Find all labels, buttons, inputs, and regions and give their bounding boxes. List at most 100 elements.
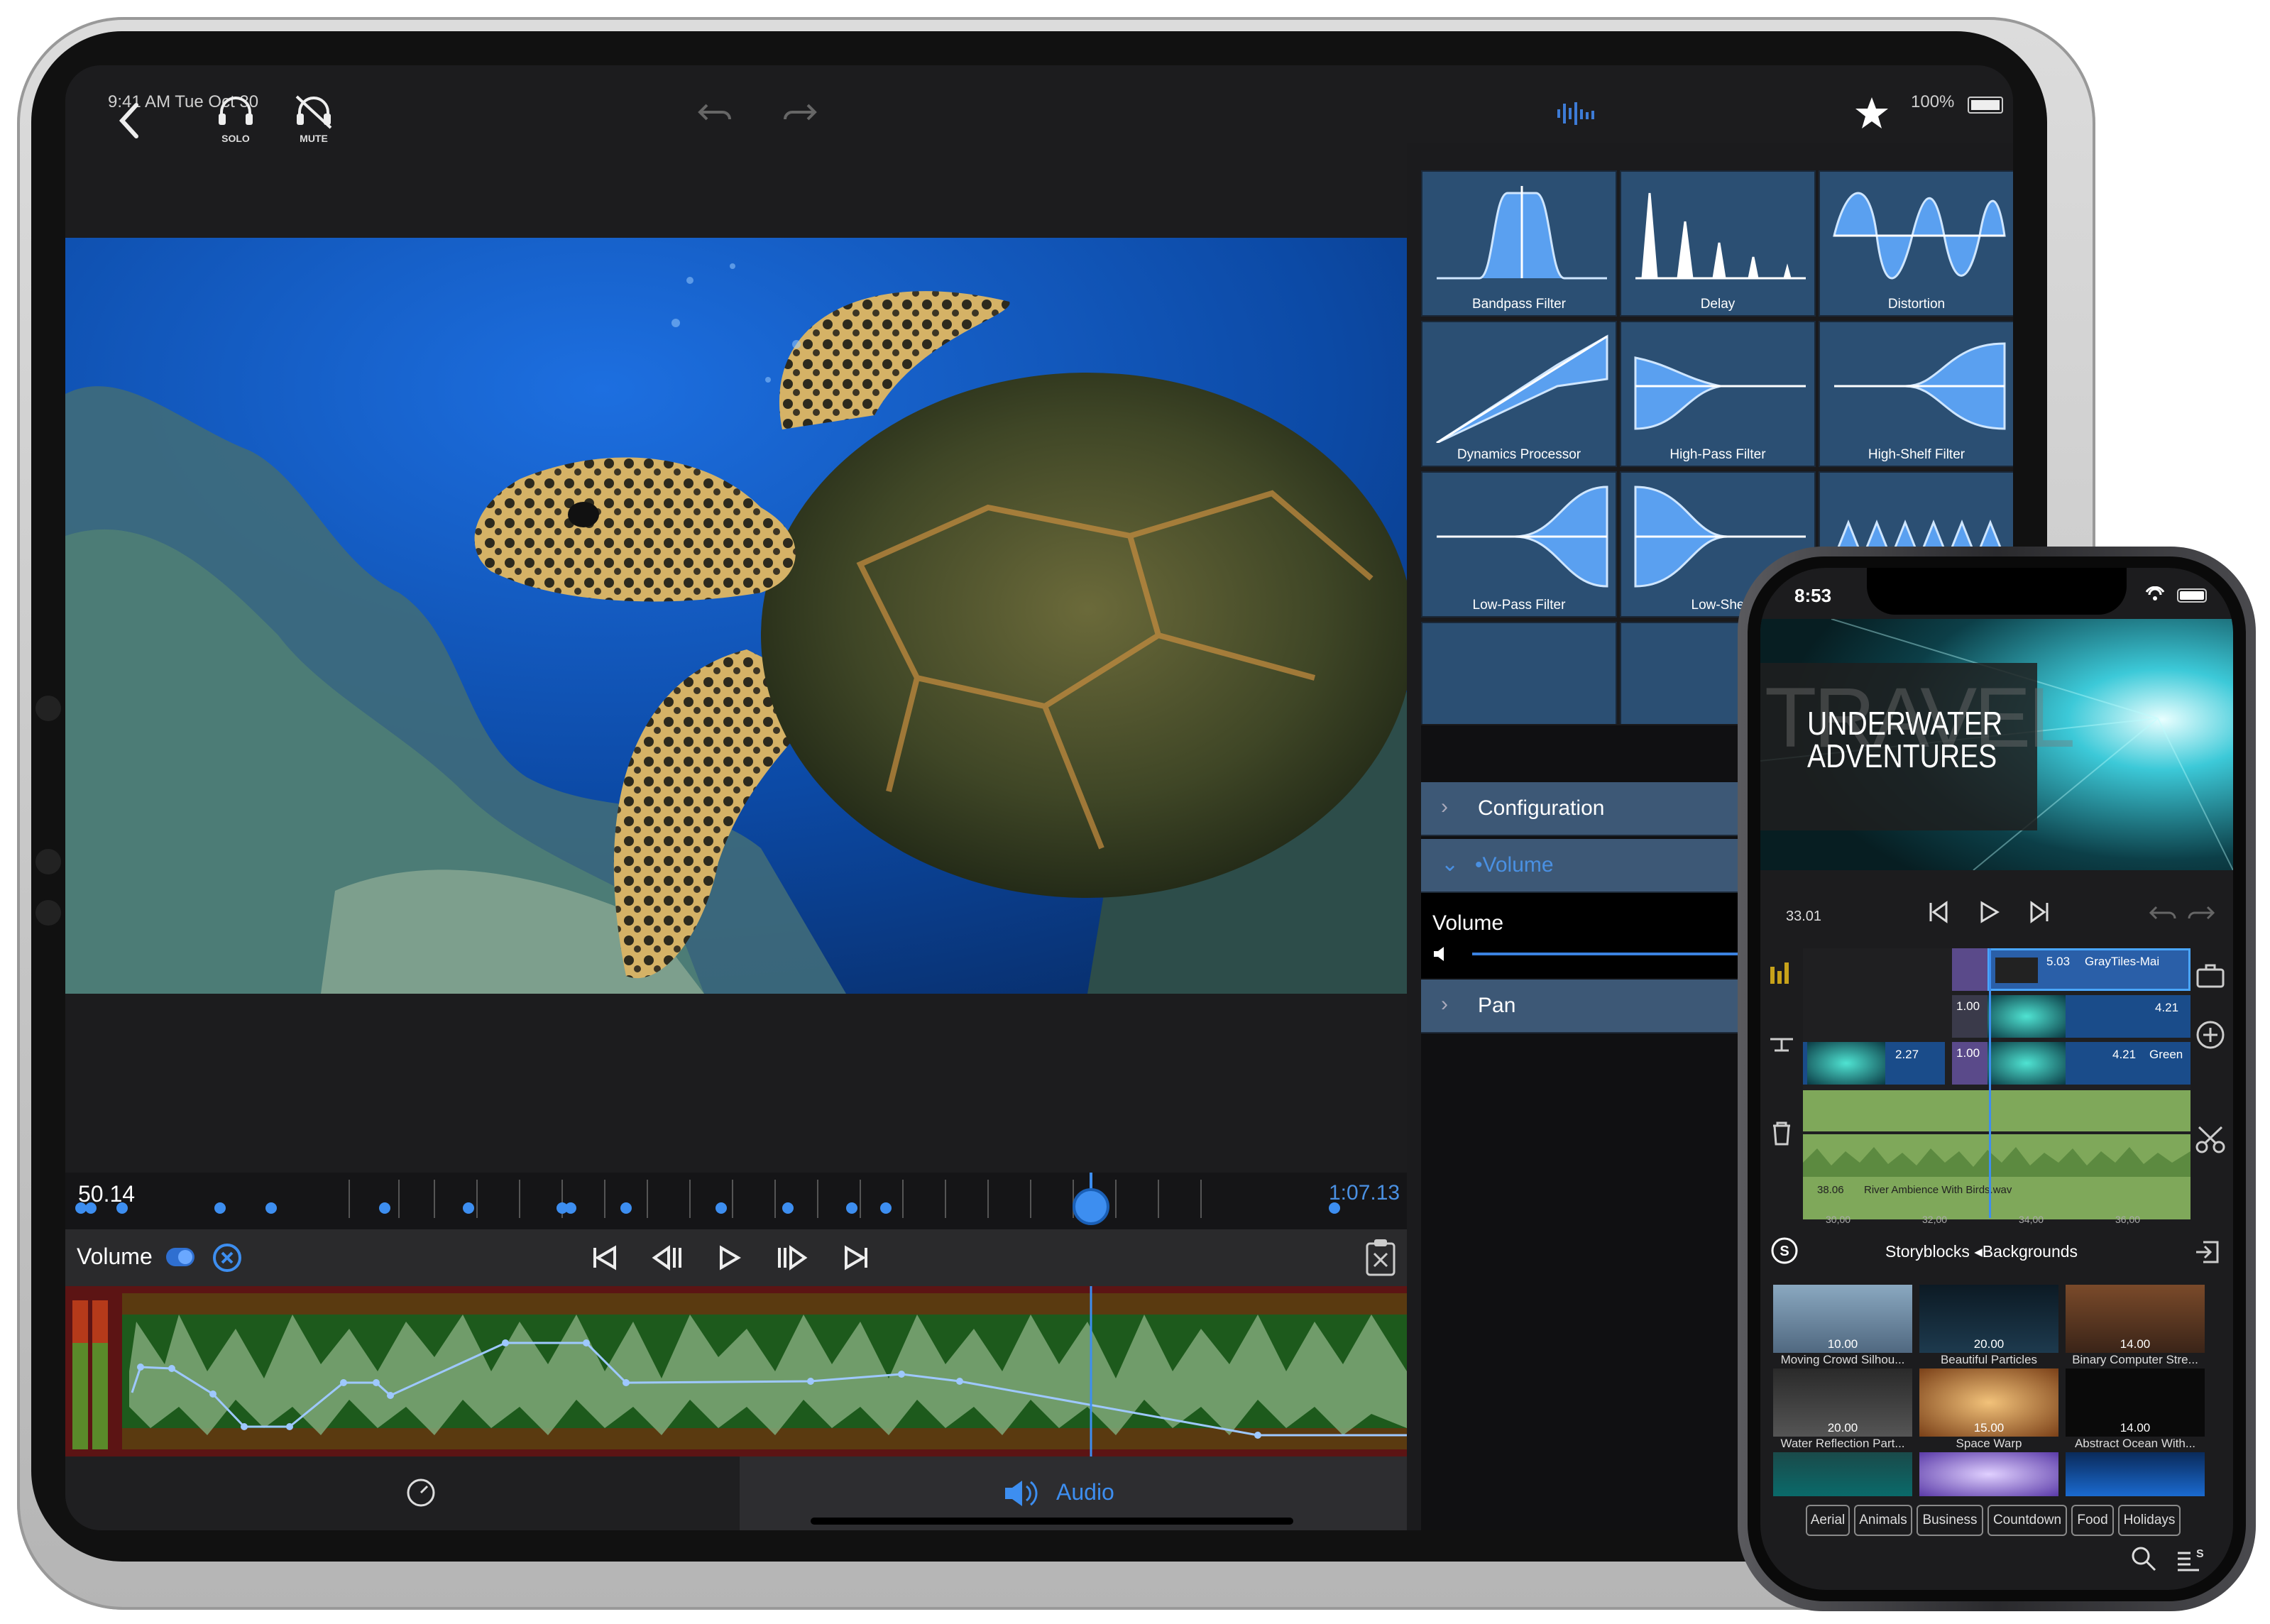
sort-list-icon[interactable]: S: [2175, 1545, 2203, 1573]
clip-duration: 4.21: [2112, 1048, 2137, 1061]
video-preview[interactable]: [65, 238, 1407, 994]
delay-graph-icon: [1635, 192, 1806, 280]
play-icon[interactable]: [717, 1245, 742, 1271]
audio-tab-label: Audio: [1056, 1479, 1114, 1505]
waveform-graphic: [1803, 1147, 2191, 1177]
tag-countdown[interactable]: Countdown: [1987, 1505, 2067, 1536]
library-thumb[interactable]: Space Warp: [1919, 1437, 2058, 1496]
clear-circle-icon[interactable]: [212, 1242, 243, 1273]
favorite-star-icon[interactable]: [1854, 95, 1890, 131]
timeline-ruler[interactable]: 50.14 1:07.13: [65, 1173, 1407, 1229]
solo-button[interactable]: SOLO: [214, 92, 257, 144]
clipboard-icon[interactable]: [1364, 1238, 1397, 1278]
fx-high-pass-filter[interactable]: High-Pass Filter: [1620, 321, 1816, 467]
dynamics-graph-icon: [1436, 334, 1608, 443]
clip-name: Green: [2149, 1048, 2183, 1061]
library-thumb[interactable]: Binary Computer Stre... 14.00: [2066, 1353, 2205, 1437]
speedometer-icon[interactable]: [405, 1476, 437, 1509]
keyframe-markers: [75, 1173, 1340, 1225]
fx-label: Bandpass Filter: [1471, 297, 1566, 312]
undo-icon[interactable]: [2149, 903, 2178, 923]
title-preview[interactable]: TRAVEL UNDERWATER ADVENTURES: [1760, 619, 2233, 870]
tag-holidays[interactable]: Holidays: [2118, 1505, 2181, 1536]
fx-high-shelf-filter[interactable]: High-Shelf Filter: [1819, 321, 2013, 467]
track-transition-icon[interactable]: [1767, 1029, 1796, 1055]
library-title[interactable]: Storyblocks ◂Backgrounds: [1885, 1242, 2078, 1261]
transition-clip[interactable]: [1952, 948, 1987, 991]
library-thumb[interactable]: Water Reflection Part...: [1773, 1437, 1912, 1496]
trash-icon[interactable]: [1767, 1119, 1796, 1147]
step-back-icon[interactable]: [652, 1245, 683, 1271]
undo-icon[interactable]: [697, 97, 733, 125]
clip-thumbnail: [1987, 1042, 2066, 1085]
play-icon[interactable]: [1979, 900, 2000, 924]
skip-to-end-icon[interactable]: [842, 1245, 870, 1271]
clip-graytiles[interactable]: 5.03 GrayTiles-Mai: [1987, 948, 2191, 991]
step-forward-icon[interactable]: [777, 1245, 808, 1271]
thumb-duration: 15.00: [1973, 1421, 2005, 1434]
notch: [1867, 568, 2127, 615]
clip-teal[interactable]: 2.27: [1803, 1042, 1945, 1085]
library-thumb[interactable]: 14.00: [2066, 1285, 2205, 1353]
clip-thumbnail: [1995, 958, 2038, 983]
mute-button[interactable]: MUTE: [292, 92, 335, 144]
iphone-timeline[interactable]: 5.03 GrayTiles-Mai 1.00 4.21 2.27 1.00 4…: [1803, 948, 2191, 1219]
svg-text:S: S: [1780, 1244, 1789, 1259]
library-thumb[interactable]: 20.00: [1919, 1285, 2058, 1353]
pan-label: Pan: [1478, 994, 1516, 1017]
fx-label: Low-Pass Filter: [1472, 598, 1566, 613]
fx-tile-more-1[interactable]: [1421, 622, 1617, 724]
library-thumb[interactable]: Abstract Ocean With...: [2066, 1437, 2205, 1496]
track-label: Volume: [77, 1244, 153, 1269]
scissors-icon[interactable]: [2195, 1124, 2226, 1156]
transition-clip-2[interactable]: 1.00: [1952, 1042, 1987, 1085]
audio-meter-icon[interactable]: [1767, 960, 1796, 985]
tag-aerial[interactable]: Aerial: [1806, 1505, 1850, 1536]
fx-bandpass-filter[interactable]: Bandpass Filter: [1421, 170, 1617, 317]
clip-green[interactable]: 4.21 Green: [1987, 1042, 2191, 1085]
import-icon[interactable]: [2193, 1238, 2222, 1266]
fx-label: Delay: [1700, 297, 1736, 312]
redo-icon[interactable]: [782, 97, 818, 125]
tag-animals[interactable]: Animals: [1854, 1505, 1912, 1536]
audio-track-river[interactable]: 38.06 River Ambience With Birds.wav: [1803, 1134, 2191, 1219]
ipad-screen: 9:41 AM Tue Oct 30 SOLO MUTE 100% Bandpa…: [65, 65, 2013, 1530]
audio-waveform-track[interactable]: [65, 1286, 1407, 1456]
add-circle-icon[interactable]: [2195, 1019, 2226, 1050]
skip-to-start-icon[interactable]: [1928, 900, 1949, 924]
clip-small[interactable]: 1.00: [1952, 995, 1987, 1038]
back-chevron-icon[interactable]: [115, 99, 143, 142]
battery-percent: 100%: [1911, 92, 1955, 111]
clip-name: GrayTiles-Mai: [2085, 955, 2160, 968]
fx-delay[interactable]: Delay: [1620, 170, 1816, 317]
tag-business[interactable]: Business: [1917, 1505, 1983, 1536]
clip-thumbnail: [1987, 995, 2066, 1038]
link-toggle-icon[interactable]: [165, 1244, 196, 1272]
library-thumb[interactable]: 10.00: [1773, 1285, 1912, 1353]
library-thumb[interactable]: Beautiful Particles 15.00: [1919, 1353, 2058, 1437]
toolbox-icon[interactable]: [2195, 962, 2226, 988]
clip-duration: 1.00: [1956, 1046, 1980, 1060]
skip-to-start-icon[interactable]: [591, 1245, 619, 1271]
clip-duration: 5.03: [2046, 955, 2071, 968]
fx-label: Distortion: [1887, 297, 1946, 312]
fx-label: High-Shelf Filter: [1868, 447, 1965, 462]
library-thumb[interactable]: Moving Crowd Silhou... 20.00: [1773, 1353, 1912, 1437]
skip-to-end-icon[interactable]: [2029, 900, 2050, 924]
tag-food[interactable]: Food: [2071, 1505, 2114, 1536]
volume-envelope: [65, 1286, 1407, 1456]
clip-particles[interactable]: 4.21: [1987, 995, 2191, 1038]
clip-duration: 1.00: [1956, 999, 1980, 1013]
audio-waveform-icon[interactable]: [1555, 99, 1597, 128]
highpass-graph-icon: [1634, 356, 1806, 430]
thumb-caption: Moving Crowd Silhou...: [1780, 1353, 1905, 1366]
fx-distortion[interactable]: Distortion: [1819, 170, 2013, 317]
redo-icon[interactable]: [2186, 903, 2215, 923]
audio-track-1[interactable]: [1803, 1090, 2191, 1131]
playhead[interactable]: [1989, 948, 1991, 1218]
fx-low-pass-filter[interactable]: Low-Pass Filter: [1421, 471, 1617, 618]
fx-dynamics-processor[interactable]: Dynamics Processor: [1421, 321, 1617, 467]
search-icon[interactable]: [2129, 1545, 2158, 1573]
ruler-label: 32,00: [1922, 1214, 1948, 1225]
lowpass-graph-icon: [1437, 485, 1608, 588]
